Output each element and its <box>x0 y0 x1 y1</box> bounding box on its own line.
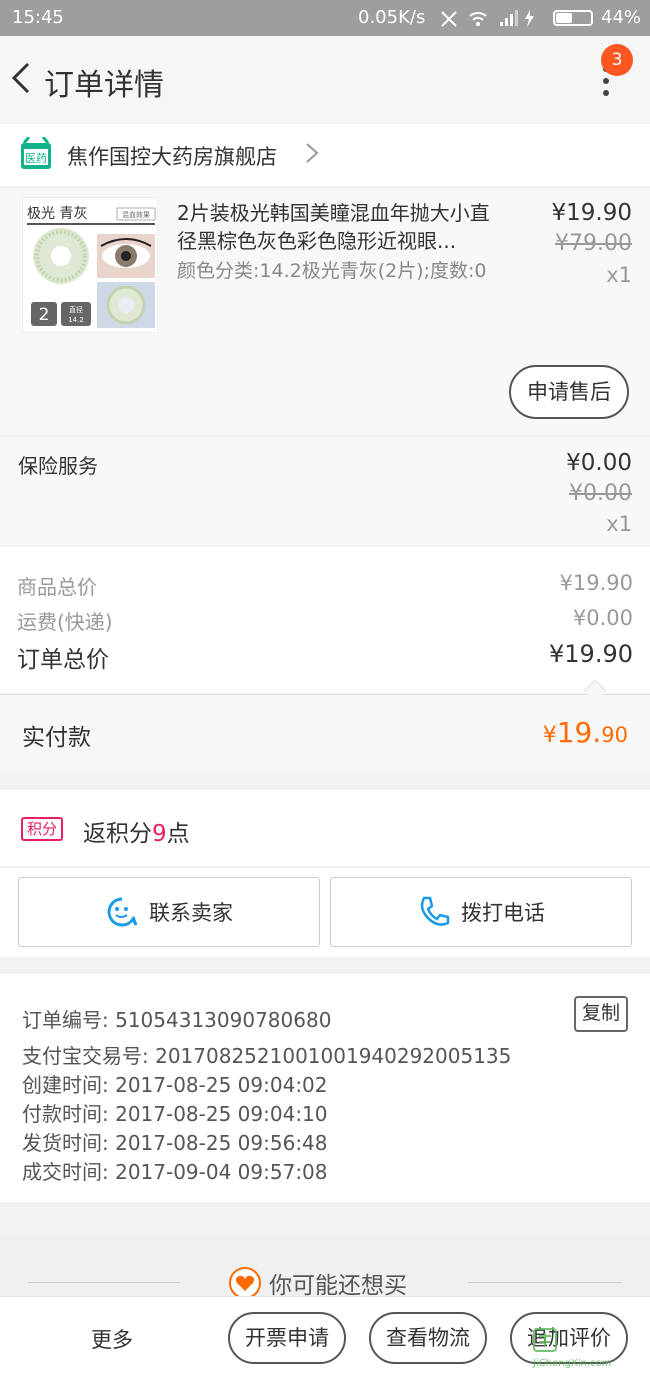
product-sku: 颜色分类:14.2极光青灰(2片);度数:0 <box>177 260 487 282</box>
order-total-value: ¥19.90 <box>549 640 633 668</box>
more-button[interactable]: 更多 <box>91 1324 133 1354</box>
invoice-button[interactable]: 开票申请 <box>228 1312 346 1364</box>
paid-symbol: ¥ <box>542 723 557 748</box>
order-number: 订单编号: 51054313090780680 <box>22 1008 332 1032</box>
shipping-value: ¥0.00 <box>572 606 633 630</box>
paid-amount: ¥19.90 <box>543 716 628 749</box>
svg-text:直径: 直径 <box>69 305 83 314</box>
image-tag: 混血效果 <box>122 210 150 219</box>
shipped-time: 发货时间: 2017-08-25 09:56:48 <box>22 1131 328 1155</box>
shop-name[interactable]: 焦作国控大药房旗舰店 <box>67 141 277 171</box>
created-time: 创建时间: 2017-08-25 09:04:02 <box>22 1073 328 1097</box>
signal-icons <box>438 6 538 35</box>
battery-percent: 44% <box>601 7 642 28</box>
paid-time: 付款时间: 2017-08-25 09:04:10 <box>22 1102 328 1126</box>
battery-icon <box>553 10 593 26</box>
points-tag: 积分 <box>21 817 64 841</box>
notification-badge: 3 <box>601 44 633 76</box>
watermark: JiChengXin.com <box>533 1328 611 1369</box>
divider <box>28 1282 180 1283</box>
contact-seller-label: 联系卖家 <box>149 902 233 925</box>
network-speed: 0.05K/s <box>358 7 426 28</box>
page-title: 订单详情 <box>44 68 164 103</box>
call-phone-label: 拨打电话 <box>461 902 545 925</box>
paid-integer: 19. <box>556 716 602 749</box>
points-prefix: 返积分 <box>83 821 152 847</box>
product-quantity: x1 <box>606 263 632 287</box>
product-name[interactable]: 2片装极光韩国美瞳混血年抛大小直径黑棕色灰色彩色隐形近视眼... <box>177 199 507 255</box>
insurance-original-price: ¥0.00 <box>569 481 632 506</box>
points-text: 返积分9点 <box>83 814 190 848</box>
back-arrow-icon[interactable] <box>8 58 38 98</box>
divider <box>468 1282 622 1283</box>
alipay-trade-number: 支付宝交易号: 2017082521001001940292005135 <box>22 1044 512 1068</box>
goods-total-label: 商品总价 <box>17 575 97 599</box>
completed-time: 成交时间: 2017-09-04 09:57:08 <box>22 1160 328 1184</box>
wifi-signal-icon <box>441 10 534 27</box>
call-phone-button[interactable]: 拨打电话 <box>330 877 632 947</box>
after-sale-button[interactable]: 申请售后 <box>509 365 629 419</box>
status-bar: 15:45 0.05K/s 44% <box>0 0 650 36</box>
watermark-logo-icon <box>533 1328 557 1352</box>
points-value: 9 <box>152 821 167 847</box>
phone-icon <box>420 896 450 926</box>
insurance-quantity: x1 <box>606 512 632 536</box>
logistics-button[interactable]: 查看物流 <box>369 1312 487 1364</box>
status-time: 15:45 <box>12 7 64 28</box>
recommend-title-text: 你可能还想买 <box>269 1273 407 1299</box>
goods-total-value: ¥19.90 <box>559 571 633 595</box>
svg-text:2: 2 <box>39 305 50 325</box>
tmall-pharmacy-icon: 医药 <box>21 137 51 169</box>
points-suffix: 点 <box>166 821 190 847</box>
svg-text:医药: 医药 <box>25 152 47 165</box>
paid-label: 实付款 <box>22 725 91 751</box>
divider <box>0 694 650 695</box>
chevron-right-icon <box>306 143 319 163</box>
image-caption: 极光 青灰 <box>27 206 87 222</box>
product-price: ¥19.90 <box>551 200 632 226</box>
insurance-label: 保险服务 <box>18 454 98 478</box>
svg-text:14.2: 14.2 <box>68 316 84 324</box>
shipping-label: 运费(快递) <box>17 610 113 634</box>
contact-seller-button[interactable]: 联系卖家 <box>18 877 320 947</box>
product-original-price: ¥79.00 <box>555 231 632 256</box>
paid-decimal: 90 <box>601 723 628 747</box>
chat-icon <box>107 897 138 927</box>
order-total-label: 订单总价 <box>17 647 109 673</box>
recommend-title: 你可能还想买 <box>229 1266 407 1300</box>
heart-icon <box>229 1267 261 1299</box>
copy-button[interactable]: 复制 <box>574 996 628 1032</box>
watermark-text: JiChengXin.com <box>533 1358 612 1369</box>
product-image[interactable]: 极光 青灰 混血效果 2 直径 14.2 <box>22 197 158 333</box>
insurance-price: ¥0.00 <box>566 450 632 476</box>
